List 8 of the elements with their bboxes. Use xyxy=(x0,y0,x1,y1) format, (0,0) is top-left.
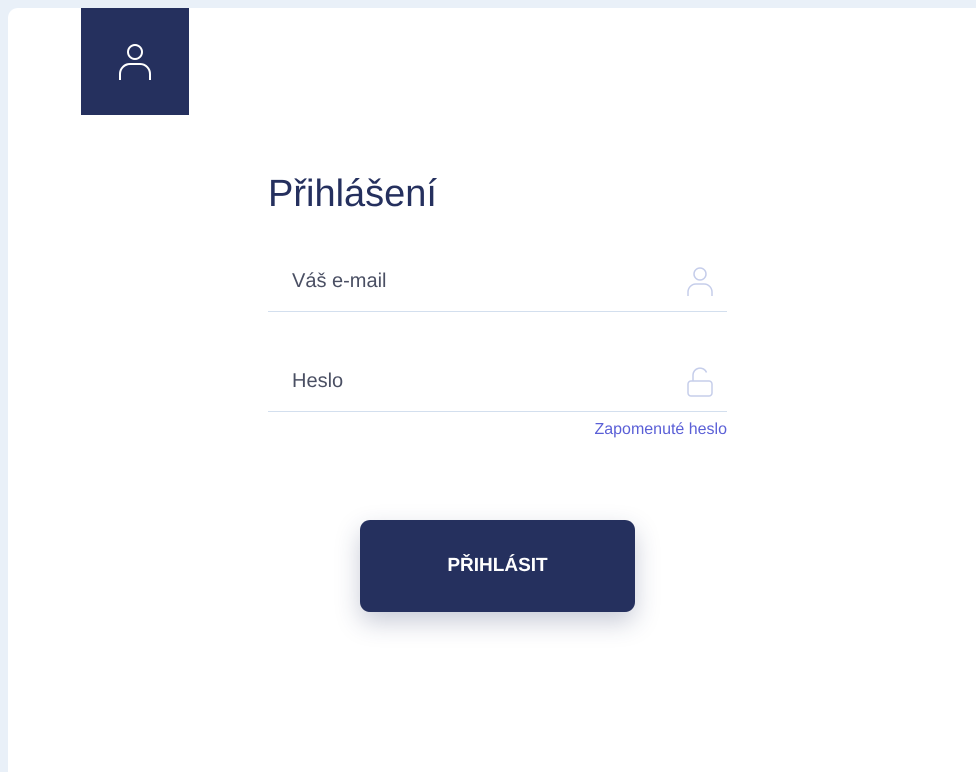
login-heading: Přihlášení xyxy=(268,172,438,217)
forgot-password-link[interactable]: Zapomenuté heslo xyxy=(594,418,727,442)
login-button[interactable]: PŘIHLÁSIT xyxy=(360,520,635,612)
user-icon xyxy=(687,267,713,297)
password-field[interactable]: Heslo xyxy=(268,352,727,412)
user-icon xyxy=(118,42,152,80)
email-field[interactable]: Váš e-mail xyxy=(268,252,727,312)
padlock-icon xyxy=(687,367,713,397)
